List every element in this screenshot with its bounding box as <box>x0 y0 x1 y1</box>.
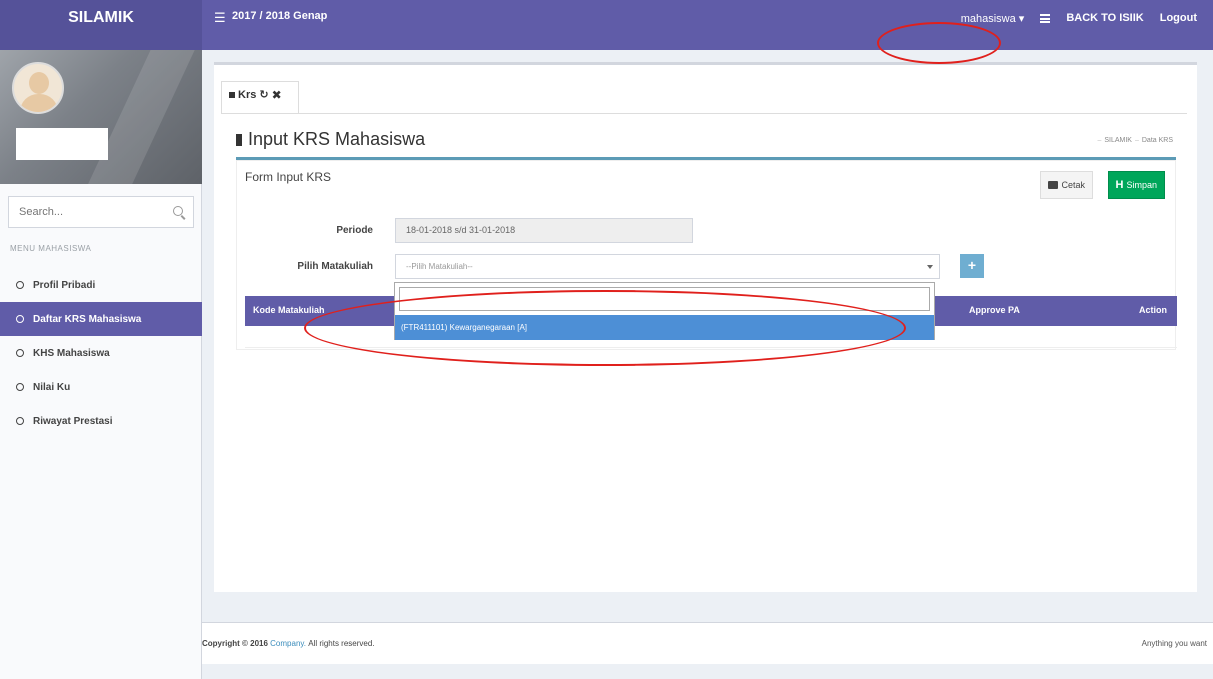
user-menu[interactable]: mahasiswa ▾ <box>961 12 1025 25</box>
column-approve-pa: Approve PA <box>969 305 1020 315</box>
close-icon[interactable]: ✖ <box>272 89 282 101</box>
sidebar-item-daftar-krs[interactable]: Daftar KRS Mahasiswa <box>0 302 202 336</box>
list-icon[interactable] <box>1040 13 1051 23</box>
column-kode-matakuliah: Kode Matakuliah <box>253 305 325 315</box>
user-panel <box>0 50 202 184</box>
user-name: mahasiswa <box>960 12 1016 25</box>
circle-icon <box>16 349 24 357</box>
search-input[interactable] <box>9 197 159 227</box>
chevron-down-icon <box>927 265 933 269</box>
copyright-label: Copyright © 2016 <box>202 639 268 648</box>
sidebar-item-nilai-ku[interactable]: Nilai Ku <box>0 370 202 404</box>
table-icon <box>229 92 235 98</box>
sidebar: MENU MAHASISWA Profil Pribadi Daftar KRS… <box>0 50 202 679</box>
avatar-head <box>29 72 49 94</box>
user-panel-background <box>83 50 197 184</box>
copyright-text: Copyright © 2016 Company. All rights res… <box>202 639 375 648</box>
matakuliah-placeholder: --Pilih Matakuliah-- <box>406 262 473 271</box>
simpan-label: Simpan <box>1126 180 1157 190</box>
sidebar-item-label: KHS Mahasiswa <box>33 347 110 359</box>
academic-period: 2017 / 2018 Genap <box>232 10 328 22</box>
sidebar-item-label: Riwayat Prestasi <box>33 415 113 427</box>
menu-header: MENU MAHASISWA <box>10 244 92 253</box>
form-title: Form Input KRS <box>245 170 332 184</box>
top-navbar: SILAMIK ☰ 2017 / 2018 Genap mahasiswa ▾ … <box>0 0 1213 50</box>
periode-field: 18-01-2018 s/d 31-01-2018 <box>395 218 693 243</box>
sidebar-search <box>8 196 194 228</box>
avatar <box>12 62 64 114</box>
sidebar-menu: Profil Pribadi Daftar KRS Mahasiswa KHS … <box>0 268 202 438</box>
print-icon <box>1048 181 1059 189</box>
circle-icon <box>16 281 24 289</box>
circle-icon <box>16 315 24 323</box>
refresh-icon[interactable]: ↻ <box>259 89 268 101</box>
sidebar-item-label: Profil Pribadi <box>33 279 96 291</box>
cetak-button[interactable]: Cetak <box>1040 171 1093 199</box>
sidebar-item-khs[interactable]: KHS Mahasiswa <box>0 336 202 370</box>
periode-label: Periode <box>336 225 373 236</box>
circle-icon <box>16 383 24 391</box>
sidebar-item-label: Daftar KRS Mahasiswa <box>33 313 142 325</box>
annotation-ellipse-user <box>877 22 1001 64</box>
company-link[interactable]: Company. <box>270 639 306 648</box>
footer: Copyright © 2016 Company. All rights res… <box>202 622 1213 664</box>
sidebar-item-riwayat-prestasi[interactable]: Riwayat Prestasi <box>0 404 202 438</box>
search-icon[interactable] <box>173 206 183 216</box>
tab-divider <box>221 113 1187 114</box>
breadcrumb-separator: – <box>1134 137 1139 144</box>
rights-text: All rights reserved. <box>308 639 375 648</box>
breadcrumb-separator: – <box>1097 137 1102 144</box>
breadcrumb-current: Data KRS <box>1141 137 1173 144</box>
footer-right-text: Anything you want <box>1141 639 1207 648</box>
redacted-user-name <box>16 128 108 160</box>
annotation-ellipse-option <box>304 290 906 366</box>
simpan-button[interactable]: H Simpan <box>1107 171 1165 199</box>
cetak-label: Cetak <box>1061 180 1085 190</box>
circle-icon <box>16 417 24 425</box>
bookmark-icon <box>236 133 242 146</box>
avatar-body <box>20 94 58 112</box>
caret-down-icon: ▾ <box>1018 12 1025 25</box>
add-matakuliah-button[interactable]: + <box>960 254 984 278</box>
sidebar-toggle-icon[interactable]: ☰ <box>214 10 226 26</box>
app-logo[interactable]: SILAMIK <box>0 0 202 50</box>
breadcrumb-root[interactable]: SILAMIK <box>1104 137 1132 144</box>
page-title: Input KRS Mahasiswa <box>236 129 425 150</box>
column-action: Action <box>1139 305 1167 315</box>
matakuliah-label: Pilih Matakuliah <box>297 261 373 272</box>
sidebar-item-label: Nilai Ku <box>33 381 71 393</box>
page-title-text: Input KRS Mahasiswa <box>248 129 426 149</box>
tab-label: Krs <box>238 89 257 101</box>
logout-link[interactable]: Logout <box>1160 12 1197 24</box>
tab-krs[interactable]: Krs ↻ ✖ <box>221 81 299 113</box>
save-icon: H <box>1115 179 1124 191</box>
breadcrumb: – SILAMIK – Data KRS <box>1094 137 1173 144</box>
sidebar-item-profil-pribadi[interactable]: Profil Pribadi <box>0 268 202 302</box>
back-to-isiik-link[interactable]: BACK TO ISIIK <box>1066 12 1143 24</box>
matakuliah-select[interactable]: --Pilih Matakuliah-- <box>395 254 940 279</box>
